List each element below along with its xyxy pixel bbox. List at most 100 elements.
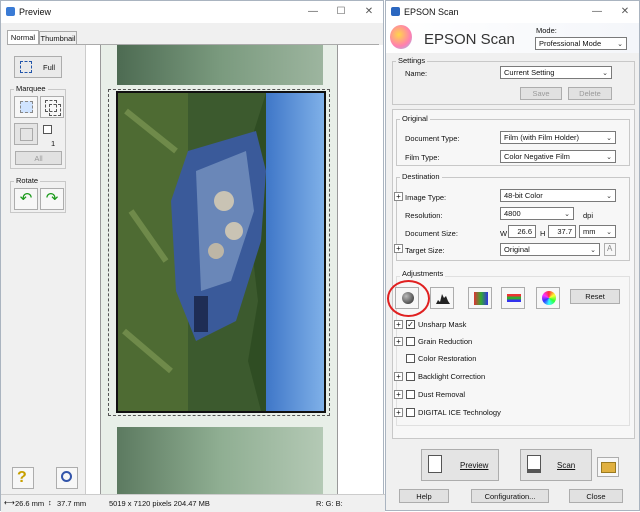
close-icon[interactable]: ✕: [355, 1, 383, 23]
all-button[interactable]: All: [15, 151, 62, 165]
color-palette-button[interactable]: [501, 287, 525, 309]
file-save-settings-button[interactable]: [597, 457, 619, 477]
rotate-label: Rotate: [14, 176, 41, 185]
histogram-icon: [436, 294, 450, 304]
adjustment-checkbox[interactable]: [406, 337, 415, 346]
width-input[interactable]: 26.6: [508, 225, 536, 238]
rotate-right-button[interactable]: ↷: [40, 188, 64, 210]
name-label: Name:: [405, 69, 428, 78]
adjustments-label: Adjustments: [400, 269, 446, 278]
adjustment-expand-icon[interactable]: +: [394, 337, 403, 346]
status-bar: ⟷ 26.6 mm ↕ 37.7 mm 5019 x 7120 pixels 2…: [1, 494, 385, 512]
photo-image: [118, 93, 324, 411]
target-size-select[interactable]: Original ⌄: [500, 243, 600, 256]
adjustment-label: Unsharp Mask: [418, 320, 467, 329]
mode-select[interactable]: Professional Mode ⌄: [535, 37, 627, 50]
adjustment-checkbox[interactable]: [406, 408, 415, 417]
resolution-select[interactable]: 4800 ⌄: [500, 207, 574, 220]
adjustment-expand-icon[interactable]: +: [394, 320, 403, 329]
minimize-icon[interactable]: —: [299, 1, 327, 23]
auto-locate-button[interactable]: [14, 123, 38, 145]
auto-locate-icon: [20, 128, 33, 141]
maximize-icon[interactable]: ☐: [327, 1, 355, 23]
orientation-icon: A: [607, 244, 613, 253]
height-input[interactable]: 37.7: [548, 225, 576, 238]
adjustment-checkbox[interactable]: [406, 372, 415, 381]
document-type-label: Document Type:: [405, 134, 460, 143]
scan-titlebar[interactable]: EPSON Scan — ✕: [386, 1, 639, 23]
status-rgb: R: G: B:: [316, 499, 343, 508]
marquee-select-checkbox[interactable]: [43, 125, 52, 134]
adjustment-expand-icon[interactable]: +: [394, 390, 403, 399]
color-balance-button[interactable]: [536, 287, 560, 309]
histogram-button[interactable]: [430, 287, 454, 309]
target-size-expand-icon[interactable]: +: [394, 244, 403, 253]
image-type-select[interactable]: 48-bit Color ⌄: [500, 189, 616, 202]
tab-thumbnail[interactable]: Thumbnail: [39, 31, 77, 45]
document-size-label: Document Size:: [405, 229, 458, 238]
film-frame-top: [117, 45, 323, 85]
chevron-down-icon: ⌄: [606, 228, 612, 236]
color-wheel-icon: [542, 291, 556, 305]
epson-logo-icon: [390, 25, 412, 49]
marquee-copy-button[interactable]: [40, 96, 64, 118]
reset-button[interactable]: Reset: [570, 289, 620, 304]
preview-titlebar[interactable]: Preview — ☐ ✕: [1, 1, 383, 23]
image-type-expand-icon[interactable]: +: [394, 192, 403, 201]
status-pixels: 5019 x 7120 pixels 204.47 MB: [109, 499, 210, 508]
document-type-select[interactable]: Film (with Film Holder) ⌄: [500, 131, 616, 144]
chevron-down-icon: ⌄: [606, 134, 612, 142]
preview-window: Preview — ☐ ✕ Normal Thumbnail Full Marq…: [0, 0, 385, 512]
marquee-count: 1: [51, 139, 56, 148]
scan-button[interactable]: Scan: [520, 449, 592, 481]
rotate-left-button[interactable]: ↶: [14, 188, 38, 210]
adjustment-checkbox[interactable]: [406, 354, 415, 363]
scan-minimize-icon[interactable]: —: [583, 1, 611, 23]
scan-title: EPSON Scan: [404, 7, 459, 17]
adjustment-expand-icon[interactable]: +: [394, 408, 403, 417]
film-type-select[interactable]: Color Negative Film ⌄: [500, 150, 616, 163]
chevron-down-icon: ⌄: [602, 69, 608, 77]
size-unit-select[interactable]: mm ⌄: [579, 225, 616, 238]
adjustment-label: Backlight Correction: [418, 372, 486, 381]
help-button-scan[interactable]: Help: [399, 489, 449, 503]
film-type-label: Film Type:: [405, 153, 440, 162]
scan-doc-icon: [527, 455, 541, 473]
eraser-icon: [20, 101, 33, 113]
orientation-button[interactable]: A: [604, 243, 616, 256]
chevron-down-icon: ⌄: [606, 192, 612, 200]
chevron-down-icon: ⌄: [564, 210, 570, 218]
zoom-button[interactable]: [56, 467, 78, 489]
preview-title: Preview: [19, 7, 52, 17]
scan-close-icon[interactable]: ✕: [611, 1, 639, 23]
adjustment-checkbox[interactable]: ✓: [406, 320, 415, 329]
copy-marquee-icon-2: [49, 104, 61, 116]
preview-canvas[interactable]: [85, 45, 383, 494]
adjustment-expand-icon[interactable]: +: [394, 372, 403, 381]
tab-normal[interactable]: Normal: [7, 30, 39, 44]
help-button[interactable]: ?: [12, 467, 34, 489]
tone-curve-icon: [474, 292, 488, 305]
width-arrow-icon: ⟷: [4, 498, 15, 507]
mode-label: Mode:: [536, 26, 557, 35]
close-button[interactable]: Close: [569, 489, 623, 503]
full-view-button[interactable]: Full: [14, 56, 62, 78]
original-label: Original: [400, 114, 430, 123]
resolution-unit: dpi: [583, 211, 594, 220]
magnifier-icon: [61, 471, 72, 482]
save-button[interactable]: Save: [520, 87, 562, 100]
color-bars-icon: [507, 294, 521, 302]
target-size-label: Target Size:: [405, 246, 445, 255]
preview-button[interactable]: Preview: [421, 449, 499, 481]
adjustment-label: Grain Reduction: [418, 337, 473, 346]
width-label: W: [500, 229, 508, 238]
status-width: 26.6 mm: [15, 499, 45, 508]
adjustment-checkbox[interactable]: [406, 390, 415, 399]
marquee-delete-button[interactable]: [14, 96, 38, 118]
chevron-down-icon: ⌄: [590, 246, 596, 254]
question-icon: ?: [17, 469, 27, 486]
delete-button[interactable]: Delete: [568, 87, 612, 100]
tone-correction-button[interactable]: [468, 287, 492, 309]
configuration-button[interactable]: Configuration...: [471, 489, 549, 503]
name-select[interactable]: Current Setting ⌄: [500, 66, 612, 79]
